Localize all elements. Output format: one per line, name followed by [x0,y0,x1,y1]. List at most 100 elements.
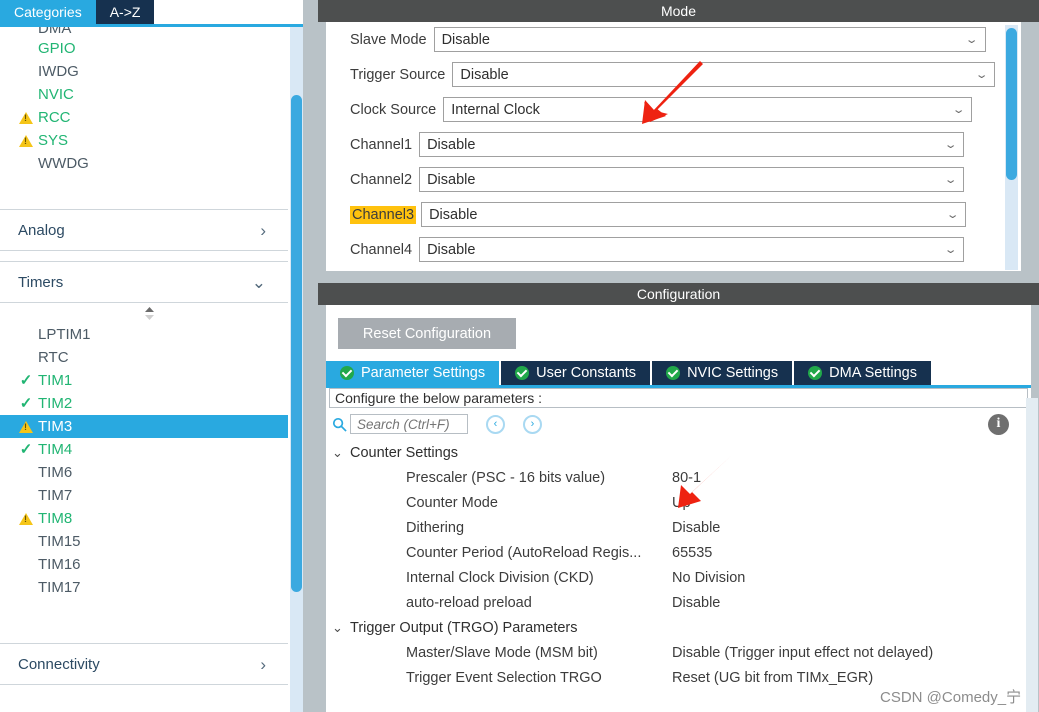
chevron-down-icon: ⌄ [945,209,960,221]
configuration-scrollbar-track[interactable] [1026,398,1038,712]
tree-item-tim2-label: TIM2 [38,395,73,412]
panel-divider [318,271,1039,283]
chevron-down-icon: ⌄ [251,272,266,292]
tree-item-tim3[interactable]: TIM3 [0,415,288,438]
parameter-search-row: ‹ › i [326,408,1031,440]
tree-tabbar: Categories A->Z [0,0,318,24]
param-prescaler-name: Prescaler (PSC - 16 bits value) [406,469,606,486]
param-row-auto-reload-preload[interactable]: auto-reload preload Disable [326,590,1031,615]
sort-updown-icon [144,306,154,320]
warning-icon [18,133,34,149]
group-timers[interactable]: Timers ⌄ [0,261,288,303]
param-row-prescaler[interactable]: Prescaler (PSC - 16 bits value) 80-1 [326,465,1031,490]
param-group-trgo-label: Trigger Output (TRGO) Parameters [350,619,578,636]
tree-gap-1 [0,175,288,209]
tree-item-tim6-label: TIM6 [38,464,73,481]
param-group-counter-settings[interactable]: ⌄ Counter Settings [326,440,1031,465]
search-next-button[interactable]: › [523,414,542,434]
tree-gap-3 [0,599,288,621]
tree-item-tim6[interactable]: TIM6 [0,461,288,484]
tree-item-nvic[interactable]: NVIC [0,83,288,106]
tree-item-tim1[interactable]: ✓ TIM1 [0,369,288,392]
chevron-down-icon: ⌄ [943,174,958,186]
configuration-panel: Reset Configuration Parameter Settings U… [326,305,1031,712]
channel4-dropdown[interactable]: Disable ⌄ [419,237,965,262]
param-row-counter-period[interactable]: Counter Period (AutoReload Regis... 6553… [326,540,1031,565]
tree-item-tim7-label: TIM7 [38,487,73,504]
tree-item-rcc[interactable]: RCC [0,106,288,129]
tree-item-tim3-label: TIM3 [38,418,73,435]
search-input[interactable] [355,415,467,433]
tree-item-sys[interactable]: SYS [0,129,288,152]
tree-item-tim4[interactable]: ✓ TIM4 [0,438,288,461]
group-analog[interactable]: Analog › [0,209,288,251]
tree-item-rtc-label: RTC [38,349,69,366]
param-row-trigger-event-selection[interactable]: Trigger Event Selection TRGO Reset (UG b… [326,665,1031,690]
tree-item-tim4-label: TIM4 [38,441,73,458]
clock-source-dropdown[interactable]: Internal Clock ⌄ [443,97,973,122]
tree-item-dma-label: DMA [38,27,72,37]
peripheral-tree-scroll[interactable]: DMA GPIO IWDG NVIC RCC SYS [0,27,288,712]
param-row-counter-mode[interactable]: Counter Mode Up [326,490,1031,515]
channel3-dropdown[interactable]: Disable ⌄ [421,202,967,227]
tab-user-constants-label: User Constants [536,365,637,381]
check-icon: ✓ [19,395,33,412]
tree-item-dma[interactable]: DMA [0,27,288,37]
info-icon[interactable]: i [988,413,1009,435]
param-dithering-name: Dithering [406,519,465,536]
tab-nvic-settings[interactable]: NVIC Settings [652,361,793,385]
tree-item-tim15[interactable]: TIM15 [0,530,288,553]
param-dithering-value: Disable [672,519,721,536]
tab-a-to-z[interactable]: A->Z [95,0,155,24]
param-counter-period-value: 65535 [672,544,713,561]
param-row-master-slave-mode[interactable]: Master/Slave Mode (MSM bit) Disable (Tri… [326,640,1031,665]
param-row-clock-division[interactable]: Internal Clock Division (CKD) No Divisio… [326,565,1031,590]
tree-item-tim15-label: TIM15 [38,533,81,550]
tab-parameter-settings[interactable]: Parameter Settings [326,361,500,385]
group-connectivity-label: Connectivity [18,655,100,673]
mode-row-clock-source: Clock Source Internal Clock ⌄ [326,92,1021,127]
chevron-down-icon: ⌄ [951,104,966,116]
tab-dma-settings[interactable]: DMA Settings [794,361,931,385]
group-timers-label: Timers [18,273,64,291]
check-circle-icon [666,366,681,380]
mode-row-channel2: Channel2 Disable ⌄ [326,162,1021,197]
group-connectivity[interactable]: Connectivity › [0,643,288,685]
tree-item-gpio[interactable]: GPIO [0,37,288,60]
chevron-down-icon: ⌄ [332,444,343,460]
tree-scrollbar-thumb[interactable] [291,95,302,592]
left-panel-edge [303,0,318,712]
param-group-trgo[interactable]: ⌄ Trigger Output (TRGO) Parameters [326,615,1031,640]
channel1-dropdown[interactable]: Disable ⌄ [419,132,965,157]
search-prev-button[interactable]: ‹ [486,414,505,434]
tree-item-tim8[interactable]: TIM8 [0,507,288,530]
peripheral-tree-panel: Categories A->Z DMA GPIO IWDG NVIC ! RCC… [0,0,318,712]
tree-item-lptim1[interactable]: LPTIM1 [0,323,288,346]
chevron-right-icon: › [260,220,266,240]
tree-item-iwdg[interactable]: IWDG [0,60,288,83]
parameter-search-box[interactable] [350,414,468,434]
tree-item-tim16[interactable]: TIM16 [0,553,288,576]
tree-item-tim2[interactable]: ✓ TIM2 [0,392,288,415]
tab-user-constants[interactable]: User Constants [501,361,651,385]
tree-item-wwdg[interactable]: WWDG [0,152,288,175]
mode-section-title: Mode [660,3,697,19]
mode-row-slave-mode: Slave Mode Disable ⌄ [326,22,1021,57]
reset-configuration-button[interactable]: Reset Configuration [338,318,516,349]
tree-item-tim17[interactable]: TIM17 [0,576,288,599]
chevron-right-icon: › [530,418,535,430]
slave-mode-dropdown[interactable]: Disable ⌄ [433,27,986,52]
channel1-value: Disable [427,136,476,153]
tree-item-tim8-label: TIM8 [38,510,73,527]
tree-item-tim1-label: TIM1 [38,372,73,389]
tree-item-tim7[interactable]: TIM7 [0,484,288,507]
sort-order-toggle[interactable] [0,303,288,323]
tree-item-rtc[interactable]: RTC [0,346,288,369]
param-row-dithering[interactable]: Dithering Disable [326,515,1031,540]
channel2-dropdown[interactable]: Disable ⌄ [419,167,965,192]
mode-scrollbar-thumb[interactable] [1006,28,1017,180]
mode-section-header: Mode [318,0,1039,22]
trigger-source-dropdown[interactable]: Disable ⌄ [452,62,996,87]
tab-nvic-settings-label: NVIC Settings [687,365,779,381]
tab-categories[interactable]: Categories [0,0,96,24]
